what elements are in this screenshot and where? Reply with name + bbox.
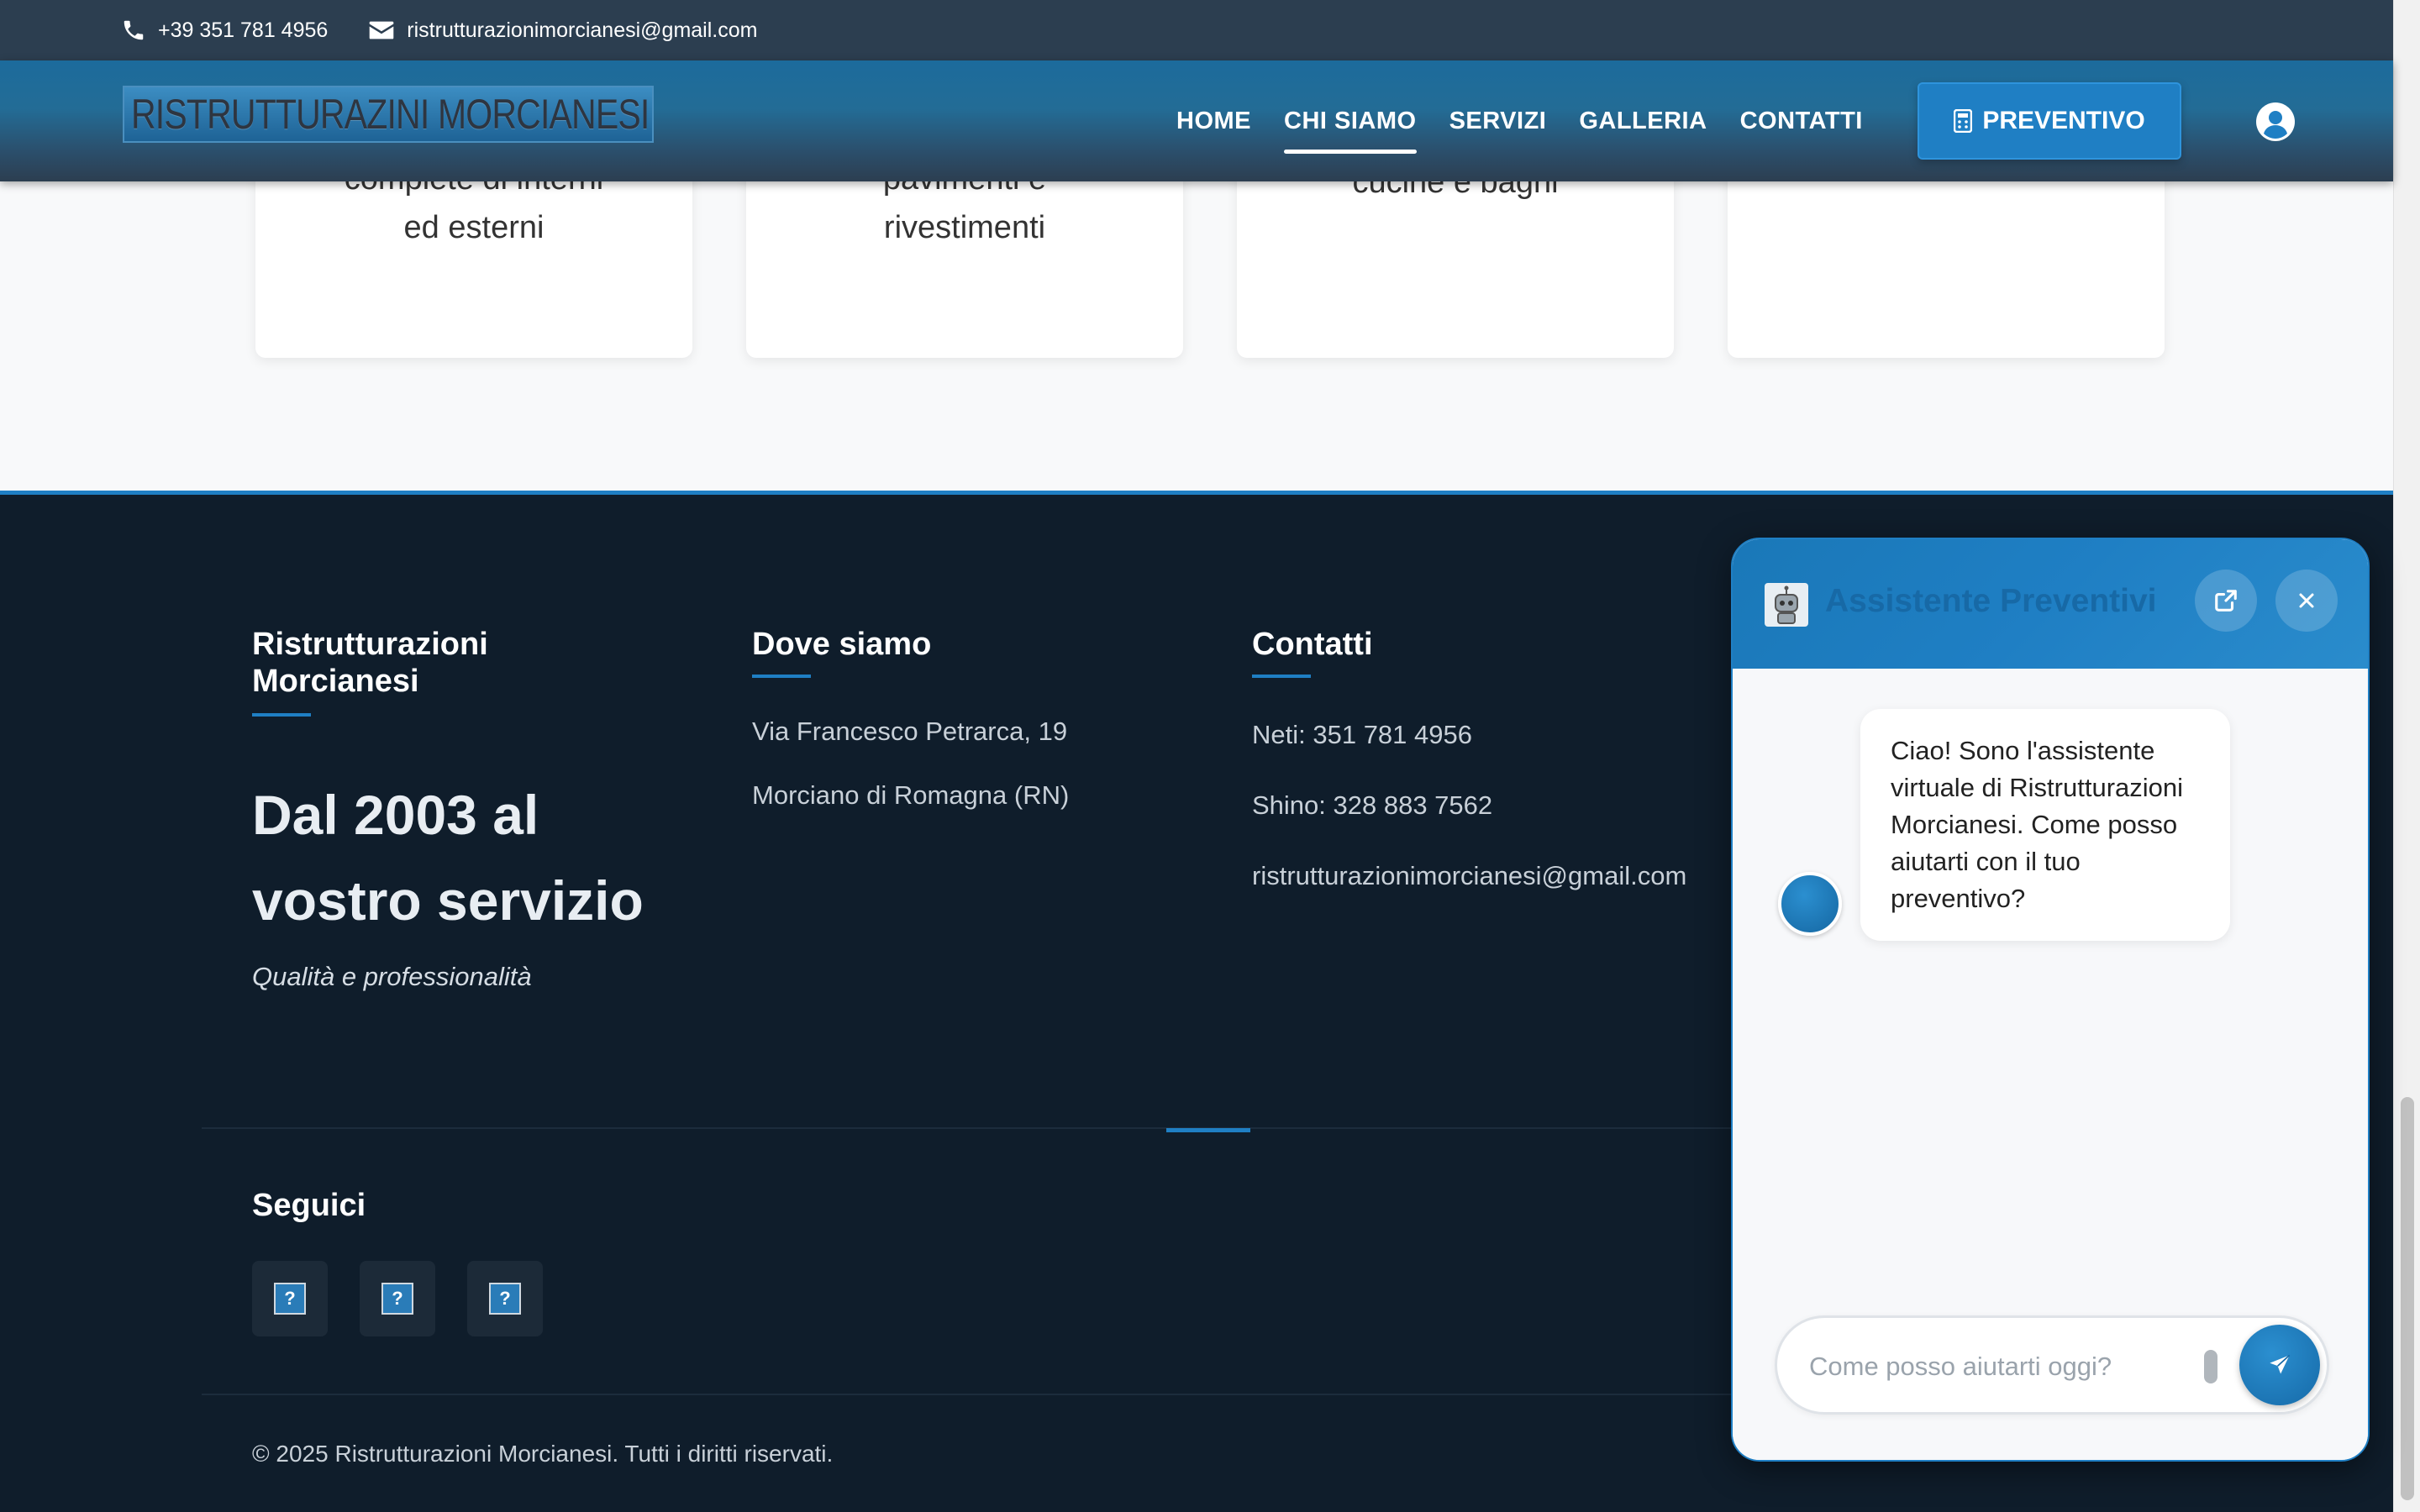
contact-email[interactable]: ristrutturazionimorcianesi@gmail.com [1252,861,1686,891]
address-street: Via Francesco Petrarca, 19 [752,717,1068,746]
topbar-email[interactable]: ristrutturazionimorcianesi@gmail.com [368,18,757,43]
nav-chi-siamo[interactable]: CHI SIAMO [1284,108,1417,154]
envelope-icon [369,21,394,39]
send-button[interactable] [2239,1325,2320,1405]
chat-widget: Assistente Preventivi Ciao! Sono l'assis… [1731,538,2370,1462]
preventivo-label: PREVENTIVO [1982,107,2145,134]
top-contact-bar: +39 351 781 4956 ristrutturazionimorcian… [0,0,2393,60]
close-chat-button[interactable] [2275,570,2338,632]
calculator-icon [1954,109,1973,133]
services-cards-section: complete di interni ed esterni pavimenti… [0,148,2393,492]
nav-galleria[interactable]: GALLERIA [1579,108,1707,135]
footer-location-title: Dove siamo [752,627,932,662]
phone-icon [124,20,144,40]
bot-avatar [1778,872,1842,936]
footer-bottom-divider [202,1394,1798,1395]
card-text-line2: rivestimenti [883,210,1046,245]
page-scrollbar[interactable] [2393,0,2420,1512]
close-icon [2299,593,2314,608]
topbar-email-text: ristrutturazionimorcianesi@gmail.com [407,18,758,42]
chat-input[interactable] [1809,1343,2187,1390]
input-scroll-handle [2204,1350,2217,1383]
external-link-icon [2215,590,2237,612]
nav-servizi[interactable]: SERVIZI [1449,108,1547,135]
title-underline [1252,675,1311,678]
user-account-icon[interactable] [2255,102,2296,142]
topbar-phone[interactable]: +39 351 781 4956 [121,18,328,43]
address-city: Morciano di Romagna (RN) [752,780,1070,810]
nav-contatti[interactable]: CONTATTI [1740,108,1863,135]
broken-image-icon: ? [274,1283,306,1315]
main-nav: HOME CHI SIAMO SERVIZI GALLERIA CONTATTI [1176,60,1896,181]
robot-icon [1765,583,1808,627]
title-underline [752,675,811,678]
site-logo[interactable]: RISTRUTTURAZINI MORCIANESI [123,86,654,143]
nav-home[interactable]: HOME [1176,108,1251,135]
contact-phone-shino[interactable]: Shino: 328 883 7562 [1252,790,1492,821]
footer-divider-accent [1166,1128,1250,1132]
social-link[interactable]: ? [252,1261,328,1336]
bot-message: Ciao! Sono l'assistente virtuale di Rist… [1860,709,2230,941]
social-link[interactable]: ? [360,1261,435,1336]
footer-company-title: Ristrutturazioni Morcianesi [252,627,488,699]
footer-contacts-title: Contatti [1252,627,1373,662]
card-text-line2: ed esterni [403,210,544,245]
contact-phone-neti[interactable]: Neti: 351 781 4956 [1252,720,1472,750]
chat-title: Assistente Preventivi [1825,583,2157,619]
paper-plane-icon [2270,1354,2291,1374]
site-header: RISTRUTTURAZINI MORCIANESI HOME CHI SIAM… [0,60,2393,181]
copyright-text: © 2025 Ristrutturazioni Morcianesi. Tutt… [252,1441,834,1467]
chat-header: Assistente Preventivi [1733,539,2368,669]
footer-tagline: Qualità e professionalità [252,962,532,991]
open-external-button[interactable] [2195,570,2257,632]
broken-image-icon: ? [381,1283,413,1315]
footer-divider [202,1127,1798,1129]
title-underline [252,713,311,717]
follow-us-title: Seguici [252,1188,366,1223]
scrollbar-thumb[interactable] [2401,1097,2414,1500]
preventivo-button[interactable]: PREVENTIVO [1918,82,2181,160]
broken-image-icon: ? [489,1283,521,1315]
footer-claim: Dal 2003 al vostro servizio [252,784,644,932]
logo-text: RISTRUTTURAZINI MORCIANESI [131,91,650,138]
topbar-phone-text: +39 351 781 4956 [158,18,329,42]
chat-input-container [1775,1315,2329,1415]
social-link[interactable]: ? [467,1261,543,1336]
